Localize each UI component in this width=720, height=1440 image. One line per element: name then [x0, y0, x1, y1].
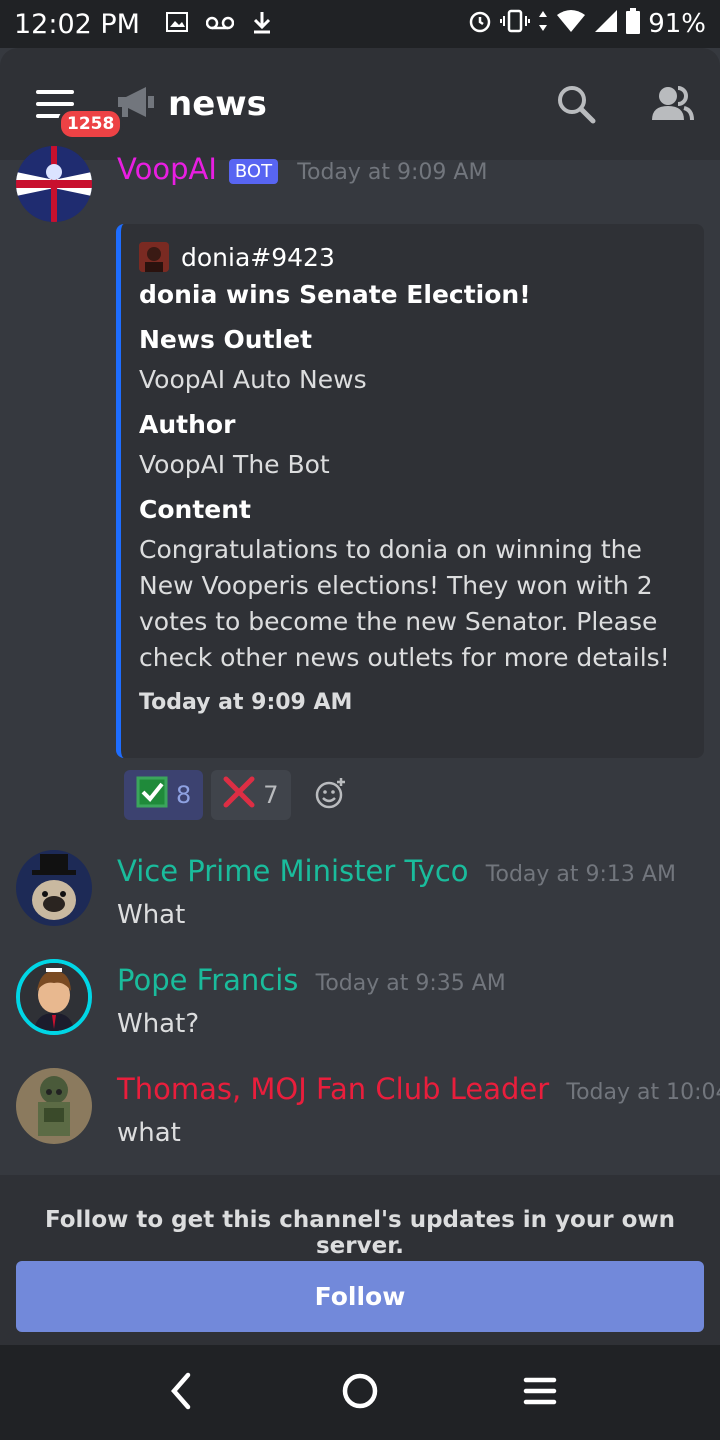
reaction-check[interactable]: 8: [124, 770, 204, 820]
message-author-line: VoopAI BOT Today at 9:09 AM: [117, 152, 487, 186]
home-icon[interactable]: [340, 1371, 380, 1415]
embed-author: donia#9423: [139, 242, 686, 272]
message-text: What?: [117, 1009, 200, 1039]
recents-icon[interactable]: [522, 1371, 558, 1415]
embed-field-value: Congratulations to donia on winning the …: [139, 535, 670, 672]
reaction-count: 7: [263, 781, 279, 809]
bot-tag: BOT: [228, 158, 279, 184]
add-reaction-icon[interactable]: [315, 777, 347, 813]
embed-author-name[interactable]: donia#9423: [181, 243, 335, 272]
data-arrows-icon: [538, 9, 548, 39]
message-timestamp: Today at 9:09 AM: [297, 160, 488, 185]
unread-badge: 1258: [58, 108, 124, 140]
system-nav-bar: [0, 1345, 720, 1440]
cell-signal-icon: [594, 9, 618, 40]
gallery-icon: [165, 12, 188, 36]
embed-field-name: Author: [139, 410, 236, 439]
embed-title-rest: wins Senate Election!: [217, 280, 531, 309]
follow-bar: Follow to get this channel's updates in …: [0, 1175, 720, 1345]
status-time: 12:02 PM: [14, 8, 140, 40]
message-timestamp: Today at 9:35 AM: [315, 971, 506, 996]
channel-header: 1258 news: [0, 48, 720, 160]
battery-icon: [626, 7, 641, 41]
embed-title-bold: donia: [139, 280, 218, 309]
message-timestamp: Today at 10:04 A: [566, 1080, 720, 1105]
reactions-row: 8 7: [124, 770, 347, 820]
message-author-line: Thomas, MOJ Fan Club Leader Today at 10:…: [117, 1072, 720, 1106]
wifi-icon: [556, 9, 586, 40]
header-panel: 1258 news: [0, 48, 720, 160]
message-author-line: Vice Prime Minister Tyco Today at 9:13 A…: [117, 854, 676, 888]
reaction-cross[interactable]: 7: [211, 770, 291, 820]
alarm-icon: [468, 9, 492, 40]
avatar[interactable]: [16, 959, 92, 1035]
megaphone-icon: [116, 86, 156, 124]
status-bar: 12:02 PM 91%: [0, 0, 720, 48]
reaction-count: 8: [176, 781, 192, 809]
avatar[interactable]: [16, 146, 92, 222]
message-text: what: [117, 1118, 181, 1148]
message-timestamp: Today at 9:13 AM: [485, 862, 676, 887]
voicemail-icon: [205, 15, 235, 34]
news-embed: donia#9423 donia wins Senate Election! N…: [116, 224, 704, 758]
embed-field-value: VoopAI The Bot: [139, 450, 330, 479]
members-icon[interactable]: [650, 84, 694, 128]
back-icon[interactable]: [168, 1371, 194, 1415]
vibrate-icon: [500, 9, 531, 40]
embed-footer: Today at 9:09 AM: [139, 690, 353, 715]
channel-title: news: [168, 84, 267, 124]
follow-prompt: Follow to get this channel's updates in …: [44, 1207, 676, 1259]
embed-author-avatar: [139, 242, 169, 272]
battery-percent: 91%: [648, 9, 706, 39]
embed-field-name: News Outlet: [139, 325, 313, 354]
avatar[interactable]: [16, 850, 92, 926]
cross-mark-icon: [223, 776, 255, 814]
author-name[interactable]: Pope Francis: [117, 963, 298, 997]
message-text: What: [117, 900, 186, 930]
follow-button[interactable]: Follow: [16, 1261, 704, 1332]
embed-title: donia wins Senate Election!: [139, 280, 686, 309]
check-mark-box-icon: [136, 776, 168, 814]
avatar[interactable]: [16, 1068, 92, 1144]
status-system-icons: 91%: [468, 7, 706, 41]
author-name[interactable]: VoopAI: [117, 152, 217, 186]
download-icon: [252, 10, 272, 38]
status-notification-icons: [165, 10, 272, 38]
search-icon[interactable]: [556, 84, 596, 128]
author-name[interactable]: Vice Prime Minister Tyco: [117, 854, 469, 888]
author-name[interactable]: Thomas, MOJ Fan Club Leader: [117, 1072, 549, 1106]
message-author-line: Pope Francis Today at 9:35 AM: [117, 963, 506, 997]
embed-field-name: Content: [139, 495, 251, 524]
embed-field-value: VoopAI Auto News: [139, 365, 367, 394]
